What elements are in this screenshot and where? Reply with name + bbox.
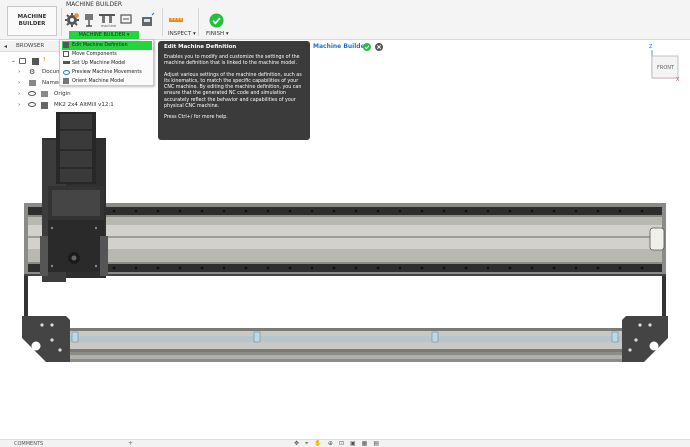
- orbit-icon[interactable]: ✥: [294, 440, 299, 447]
- fit-icon[interactable]: ⊡: [339, 440, 344, 447]
- menu-item-set-up-machine-model[interactable]: Set Up Machine Model: [62, 59, 152, 68]
- viewports-icon[interactable]: ▤: [373, 440, 379, 447]
- component-icon: [32, 58, 39, 65]
- grid-settings-icon[interactable]: ▦: [362, 440, 368, 447]
- look-at-icon[interactable]: ⌖: [305, 440, 308, 447]
- eye-icon: [63, 70, 70, 75]
- viewcube-z-axis-label: Z: [649, 44, 653, 50]
- viewcube[interactable]: FRONT Z X: [648, 44, 680, 88]
- left-end-plate: [22, 316, 70, 362]
- menu-item-move-components[interactable]: Move Components: [62, 50, 152, 59]
- expand-chevron-icon[interactable]: ›: [18, 100, 20, 110]
- menu-item-preview-machine-movements[interactable]: Preview Machine Movements: [62, 68, 152, 77]
- browser-row-label: MK2 2x4 AltMill v12:1: [54, 102, 114, 108]
- eye-icon[interactable]: [28, 102, 36, 107]
- settings-gear-icon: ⚙: [29, 68, 36, 76]
- menu-item-edit-machine-definition[interactable]: Edit Machine Definition: [62, 41, 152, 50]
- menu-item-label: Set Up Machine Model: [72, 61, 126, 66]
- visibility-toggle-icon[interactable]: [19, 58, 26, 64]
- display-settings-icon[interactable]: ▣: [350, 440, 356, 447]
- confirm-check-icon[interactable]: [363, 43, 371, 51]
- tooltip-help-hint: Press Ctrl+/ for more help.: [164, 115, 228, 121]
- orient-model-icon: [63, 78, 69, 84]
- zoom-icon[interactable]: ⊕: [328, 440, 333, 447]
- machine-builder-dropdown-menu: Edit Machine Definition Move Components …: [59, 39, 154, 86]
- tooltip-paragraph: Enables you to modify and customize the …: [164, 55, 300, 67]
- cancel-x-icon[interactable]: [375, 43, 383, 51]
- navigation-toolbar: ✥ ⌖ ✋ ⊕ ⊡ ▣ ▦ ▤: [294, 440, 379, 447]
- viewcube-face-label: FRONT: [657, 65, 675, 71]
- expand-chevron-icon[interactable]: ›: [18, 89, 20, 99]
- collapse-icon[interactable]: ◂: [4, 41, 7, 52]
- comments-panel-label[interactable]: COMMENTS: [14, 441, 43, 447]
- right-end-plate: [622, 316, 668, 362]
- add-comment-icon[interactable]: +: [128, 440, 133, 447]
- edit-definition-icon: [63, 42, 69, 48]
- machine-model-icon: [63, 61, 70, 64]
- tooltip: Edit Machine Definition Enables you to m…: [158, 41, 310, 140]
- component-icon: [41, 102, 48, 109]
- app-window: MACHINE BUILDER MACHINE BUILDER machine …: [0, 0, 690, 447]
- menu-item-label: Preview Machine Movements: [72, 70, 142, 75]
- browser-row-label: Origin: [54, 91, 71, 97]
- warning-icon: !: [43, 57, 46, 63]
- menu-item-label: Move Components: [72, 52, 117, 57]
- machine-builder-context-label: Machine Builder: [313, 43, 368, 50]
- tooltip-title: Edit Machine Definition: [164, 44, 237, 50]
- eye-icon[interactable]: [28, 91, 36, 96]
- browser-title: BROWSER: [16, 43, 45, 49]
- pan-icon[interactable]: ✋: [314, 440, 321, 447]
- folder-icon: [41, 91, 48, 97]
- menu-item-label: Orient Machine Model: [72, 79, 125, 84]
- expand-chevron-icon[interactable]: ›: [18, 78, 20, 88]
- menu-item-label: Edit Machine Definition: [72, 43, 128, 48]
- menu-item-orient-machine-model[interactable]: Orient Machine Model: [62, 77, 152, 86]
- expand-chevron-icon[interactable]: ›: [18, 67, 20, 77]
- tooltip-paragraph: Adjust various settings of the machine d…: [164, 72, 302, 110]
- viewcube-x-axis-label: X: [676, 77, 680, 83]
- move-components-icon: [63, 51, 69, 57]
- expand-chevron-icon[interactable]: ⌄: [11, 56, 16, 66]
- folder-icon: [29, 80, 36, 86]
